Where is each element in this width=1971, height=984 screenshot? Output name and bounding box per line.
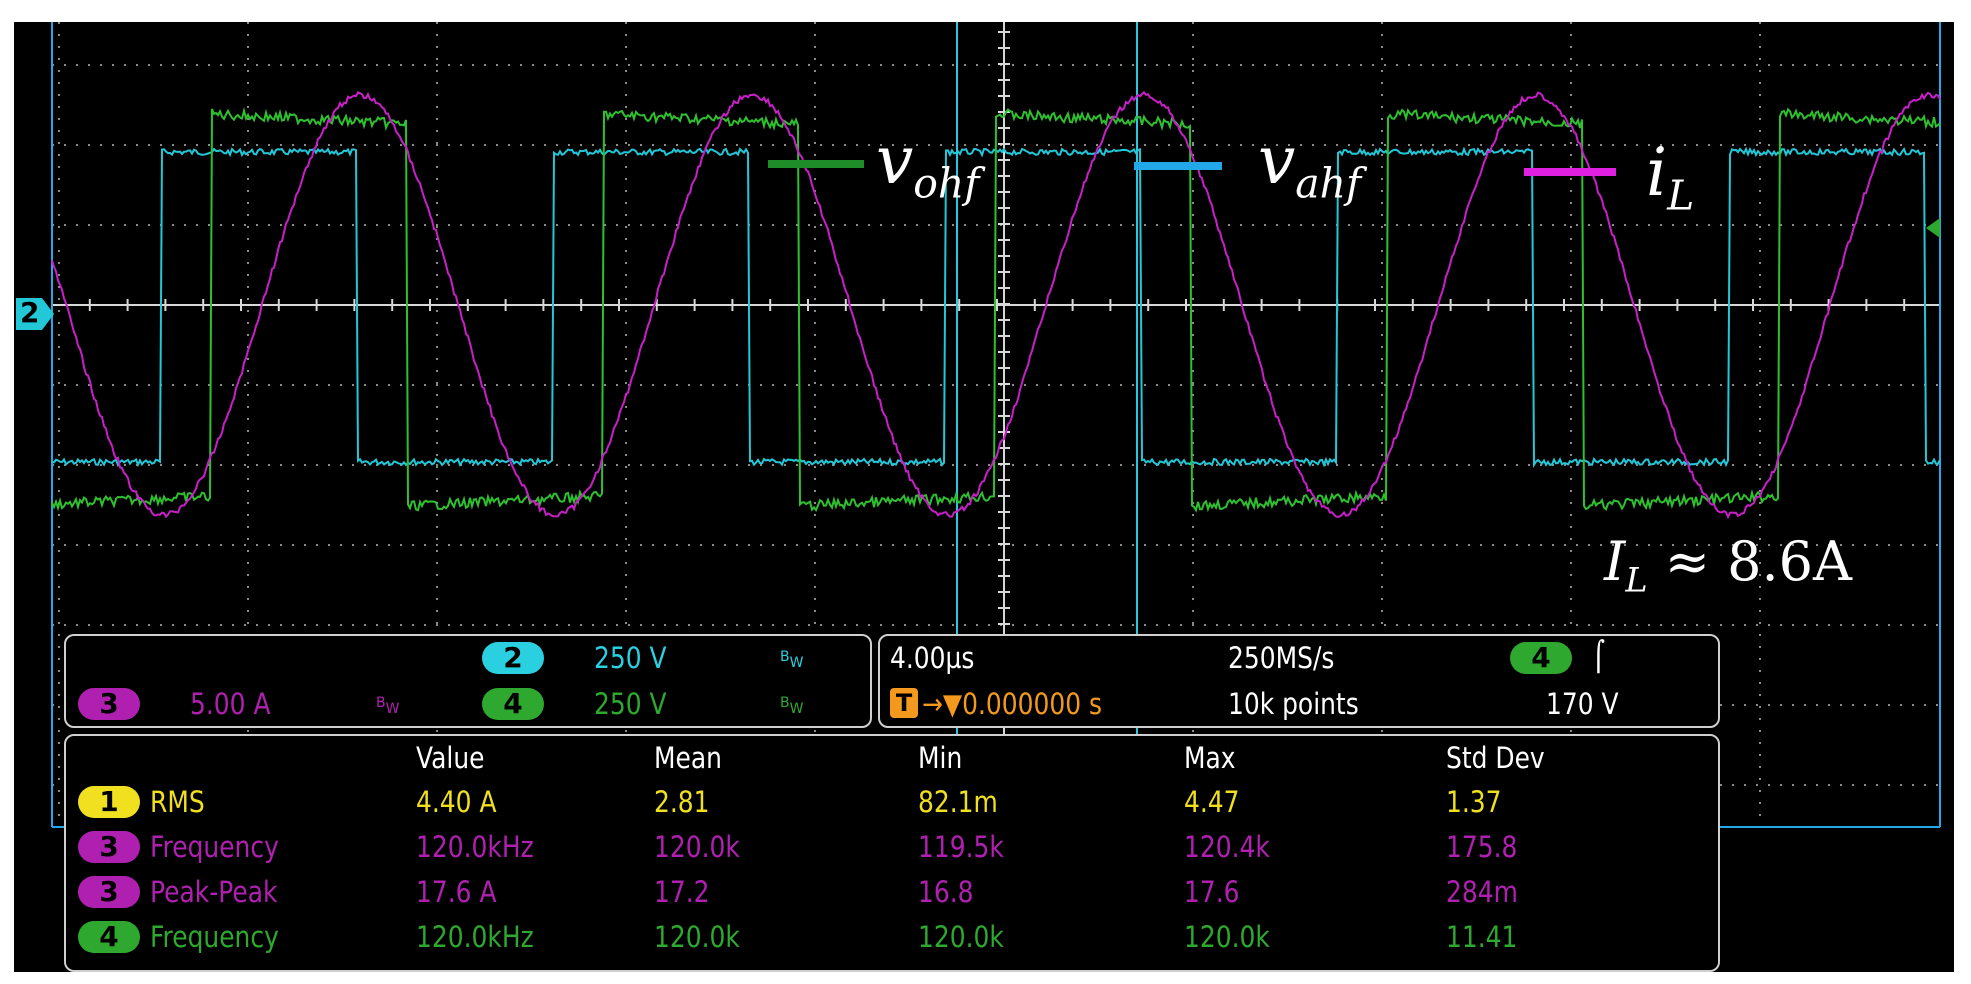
header-min: Min: [918, 741, 963, 775]
measurement-channel-badge: 3: [78, 876, 140, 908]
header-value: Value: [416, 741, 485, 775]
header-max: Max: [1184, 741, 1236, 775]
ch4-scale[interactable]: 250 V: [594, 686, 667, 722]
measurement-mean: 120.0k: [654, 830, 740, 864]
measurement-min: 82.1m: [918, 785, 998, 819]
measurement-value: 120.0kHz: [416, 920, 534, 954]
measurement-mean: 17.2: [654, 875, 710, 909]
record-length: 10k points: [1228, 687, 1359, 721]
scope-screen: 2 vohf vahf iL IL ≈ 8.6A 2 250 V BW 3 5.…: [14, 22, 1954, 972]
trigger-source-badge[interactable]: 4: [1510, 642, 1572, 674]
oscilloscope-screenshot: 2 vohf vahf iL IL ≈ 8.6A 2 250 V BW 3 5.…: [0, 0, 1971, 984]
measurement-max: 120.0k: [1184, 920, 1270, 954]
measurement-min: 120.0k: [918, 920, 1004, 954]
trigger-level[interactable]: 170 V: [1546, 686, 1619, 722]
measurement-std-dev: 11.41: [1446, 920, 1518, 954]
trigger-delay[interactable]: →▼0.000000 s: [922, 686, 1102, 722]
horizontal-scale[interactable]: 4.00µs: [890, 640, 974, 676]
measurements-panel[interactable]: Value Mean Min Max Std Dev 1 RMS 4.40 A 2.8…: [64, 734, 1720, 972]
measurement-mean: 120.0k: [654, 920, 740, 954]
timebase-trigger-panel[interactable]: 4.00µs 250MS/s 4 ⌠ T →▼0.000000 s 10k po…: [878, 634, 1720, 728]
ch3-bw-limit-icon: BW: [376, 695, 400, 717]
measurement-channel-badge: 3: [78, 831, 140, 863]
ch2-ground-marker[interactable]: 2: [14, 294, 58, 334]
sample-rate: 250MS/s: [1228, 641, 1335, 675]
ch4-badge[interactable]: 4: [482, 688, 544, 720]
measurement-std-dev: 175.8: [1446, 830, 1518, 864]
legend-label-vohf: vohf: [876, 122, 980, 208]
measurement-max: 4.47: [1184, 785, 1240, 819]
measurement-min: 119.5k: [918, 830, 1004, 864]
measurement-max: 120.4k: [1184, 830, 1270, 864]
measurement-max: 17.6: [1184, 875, 1240, 909]
measurement-std-dev: 284m: [1446, 875, 1518, 909]
measurement-name: Frequency: [150, 830, 279, 864]
legend-label-vahf: vahf: [1258, 122, 1362, 208]
channel-markers: [1926, 218, 1940, 238]
ch2-ground-label: 2: [20, 296, 40, 329]
measurement-mean: 2.81: [654, 785, 710, 819]
measurement-name: RMS: [150, 785, 205, 819]
ch2-scale[interactable]: 250 V: [594, 640, 667, 676]
ch2-badge[interactable]: 2: [482, 642, 544, 674]
trigger-slope-icon[interactable]: ⌠: [1592, 638, 1605, 674]
legend-line-vahf: [1134, 162, 1222, 170]
measurement-channel-badge: 4: [78, 921, 140, 953]
ch2-bw-limit-icon: BW: [780, 649, 804, 671]
current-annotation: IL ≈ 8.6A: [1604, 530, 1853, 600]
ch4-bw-limit-icon: BW: [780, 695, 804, 717]
measurement-name: Peak-Peak: [150, 875, 278, 909]
header-std-dev: Std Dev: [1446, 741, 1545, 775]
legend-line-il: [1524, 168, 1616, 176]
measurement-name: Frequency: [150, 920, 279, 954]
trigger-level-marker: [1926, 218, 1940, 238]
ch3-scale[interactable]: 5.00 A: [190, 686, 271, 722]
legend-line-vohf: [768, 160, 864, 168]
measurement-min: 16.8: [918, 875, 974, 909]
measurement-std-dev: 1.37: [1446, 785, 1502, 819]
measurement-value: 4.40 A: [416, 785, 497, 819]
legend-label-il: iL: [1646, 134, 1695, 220]
trigger-position-badge[interactable]: T: [890, 688, 918, 718]
channel-settings-panel[interactable]: 2 250 V BW 3 5.00 A BW 4 250 V BW: [64, 634, 872, 728]
measurement-value: 17.6 A: [416, 875, 497, 909]
ch3-badge[interactable]: 3: [78, 688, 140, 720]
measurement-channel-badge: 1: [78, 786, 140, 818]
header-mean: Mean: [654, 741, 722, 775]
measurement-value: 120.0kHz: [416, 830, 534, 864]
